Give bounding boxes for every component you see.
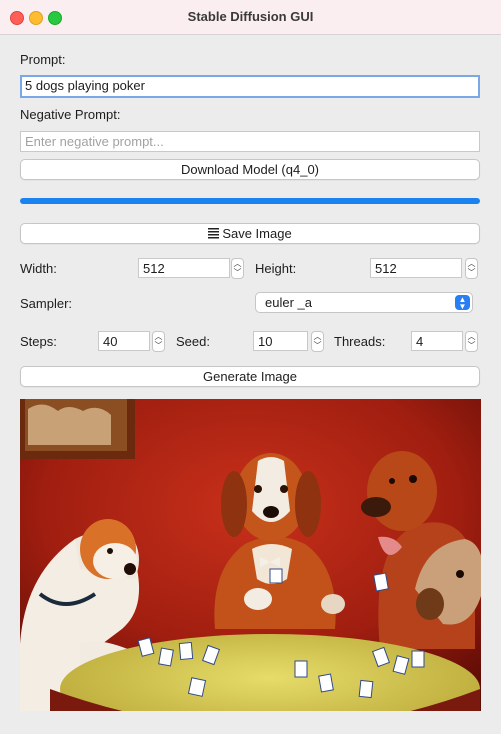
chevron-up-icon[interactable]: ︿	[466, 259, 477, 268]
window-title: Stable Diffusion GUI	[187, 9, 314, 24]
seed-stepper[interactable]: ︿ ﹀	[311, 331, 324, 352]
save-icon	[208, 228, 220, 240]
threads-stepper[interactable]: ︿ ﹀	[465, 331, 478, 352]
dogs-playing-poker-illustration	[20, 399, 481, 711]
negative-prompt-placeholder: Enter negative prompt...	[25, 134, 164, 149]
download-model-button[interactable]: Download Model (q4_0)	[20, 159, 480, 180]
steps-input[interactable]: 40	[98, 331, 150, 351]
save-image-button[interactable]: Save Image	[20, 223, 480, 244]
chevron-down-icon[interactable]: ﹀	[312, 341, 323, 350]
save-image-label: Save Image	[222, 226, 292, 241]
threads-input[interactable]: 4	[411, 331, 463, 351]
progress-bar	[20, 198, 480, 204]
threads-label: Threads:	[334, 334, 386, 349]
width-label: Width:	[20, 261, 57, 276]
chevron-up-icon[interactable]: ︿	[153, 332, 164, 341]
seed-input[interactable]: 10	[253, 331, 308, 351]
height-input[interactable]: 512	[370, 258, 462, 278]
chevron-down-icon[interactable]: ﹀	[232, 268, 243, 277]
generated-image	[20, 399, 481, 711]
chevron-up-icon[interactable]: ︿	[312, 332, 323, 341]
width-input[interactable]: 512	[138, 258, 230, 278]
sampler-value: euler _a	[265, 295, 312, 310]
chevron-updown-icon[interactable]: ▲ ▼	[455, 295, 470, 311]
negative-prompt-input[interactable]: Enter negative prompt...	[20, 131, 480, 152]
height-stepper[interactable]: ︿ ﹀	[465, 258, 478, 279]
prompt-label: Prompt:	[20, 52, 66, 67]
prompt-input[interactable]: 5 dogs playing poker	[20, 75, 480, 98]
steps-stepper[interactable]: ︿ ﹀	[152, 331, 165, 352]
sampler-select[interactable]: euler _a ▲ ▼	[255, 292, 473, 313]
chevron-down-icon[interactable]: ﹀	[153, 341, 164, 350]
title-bar: Stable Diffusion GUI	[0, 0, 501, 35]
chevron-down-icon[interactable]: ﹀	[466, 341, 477, 350]
negative-prompt-label: Negative Prompt:	[20, 107, 121, 122]
width-stepper[interactable]: ︿ ﹀	[231, 258, 244, 279]
steps-label: Steps:	[20, 334, 57, 349]
seed-label: Seed:	[176, 334, 210, 349]
sampler-label: Sampler:	[20, 296, 73, 311]
chevron-down-icon[interactable]: ﹀	[466, 268, 477, 277]
generate-image-button[interactable]: Generate Image	[20, 366, 480, 387]
chevron-up-icon[interactable]: ︿	[466, 332, 477, 341]
height-label: Height:	[255, 261, 297, 276]
chevron-up-icon[interactable]: ︿	[232, 259, 243, 268]
